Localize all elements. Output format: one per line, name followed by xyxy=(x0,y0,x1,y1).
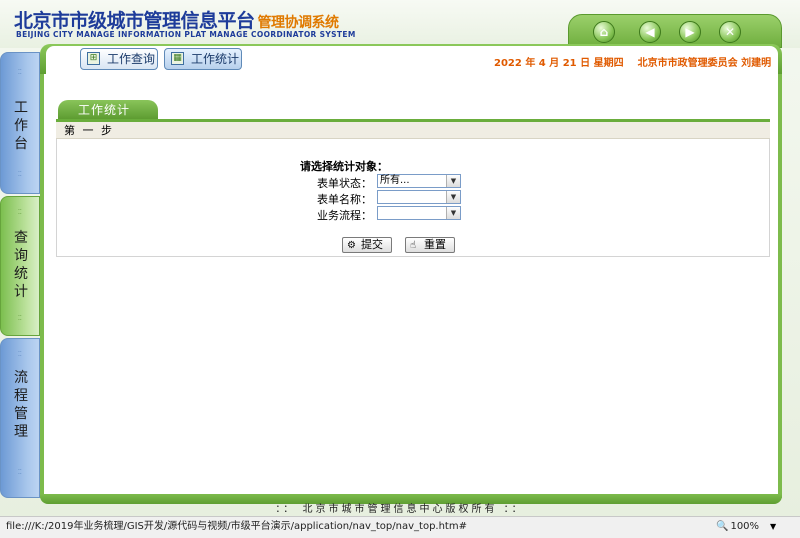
grip-dots-icon: ·· ·· xyxy=(18,67,22,78)
back-icon[interactable]: ◀ xyxy=(639,21,661,43)
home-icon[interactable]: ⌂ xyxy=(593,21,615,43)
chevron-down-icon: ▼ xyxy=(446,191,460,203)
chevron-down-icon: ▼ xyxy=(446,207,460,219)
zoom-icon: 🔍 xyxy=(716,521,729,532)
form-status-label: 表单状态： xyxy=(317,177,372,190)
browser-status-bar: file:///K:/2019年业务梳理/GIS开发/源代码与视频/市级平台演示… xyxy=(0,516,800,538)
forward-icon[interactable]: ▶ xyxy=(679,21,701,43)
sidebar-item-label: 查询统计 xyxy=(1,229,41,301)
sidebar-item-text: 工作台 xyxy=(14,100,28,152)
nav-button-group: ⌂ ◀ ▶ ✕ xyxy=(568,14,782,48)
tab-label: 工作查询 xyxy=(107,52,156,66)
close-icon[interactable]: ✕ xyxy=(719,21,741,43)
grip-dots-icon: ·· ·· xyxy=(18,349,22,360)
form-name-select[interactable]: ▼ xyxy=(377,190,461,204)
submit-button-label: 提交 xyxy=(361,238,383,251)
status-url: file:///K:/2019年业务梳理/GIS开发/源代码与视频/市级平台演示… xyxy=(6,521,467,532)
hand-pointer-icon: ☝ xyxy=(410,240,417,251)
business-process-label: 业务流程： xyxy=(317,209,372,222)
sidebar-item-label: 流程管理 xyxy=(1,369,41,441)
date-user-line: 2022 年 4 月 21 日 星期四 北京市市政管理委员会 刘建明 xyxy=(494,54,785,69)
chevron-down-icon[interactable]: ▼ xyxy=(770,517,776,537)
content-tab-title: 工作统计 xyxy=(58,100,158,120)
tab-label: 工作统计 xyxy=(191,52,240,66)
form-name-label: 表单名称： xyxy=(317,193,372,206)
business-process-select[interactable]: ▼ xyxy=(377,206,461,220)
submit-icon: ⚙ xyxy=(347,240,356,251)
sidebar-item-workbench[interactable]: ·· ·· 工作台 ·· ·· xyxy=(0,52,40,194)
tab-work-stats[interactable]: ▦ 工作统计 xyxy=(164,48,242,70)
grip-dots-icon: ·· ·· xyxy=(18,467,22,478)
form-status-select[interactable]: 所有... ▼ xyxy=(377,174,461,188)
sidebar-item-query-stats[interactable]: ·· ·· 查询统计 ·· ·· xyxy=(0,196,40,336)
app-subtitle: 管理协调系统 xyxy=(257,15,340,31)
grip-dots-icon: ·· ·· xyxy=(18,313,22,324)
reset-button-label: 重置 xyxy=(424,238,446,251)
app-title-english: BEIJING CITY MANAGE INFORMATION PLAT MAN… xyxy=(16,30,356,39)
zoom-level: 100% xyxy=(730,521,760,532)
sidebar-item-process-mgmt[interactable]: ·· ·· 流程管理 ·· ·· xyxy=(0,338,40,498)
sidebar-item-label: 工作台 xyxy=(1,99,41,153)
grip-dots-icon: ·· ·· xyxy=(18,169,22,180)
sidebar-item-text: 流程管理 xyxy=(14,370,28,440)
current-date: 2022 年 4 月 21 日 星期四 xyxy=(494,58,624,69)
chevron-down-icon: ▼ xyxy=(446,175,460,187)
copyright-footer: ：： 北京市城市管理信息中心版权所有 ：： xyxy=(275,504,525,515)
reset-button[interactable]: ☝ 重置 xyxy=(405,237,455,253)
select-value: 所有... xyxy=(380,175,410,186)
sidebar-item-text: 查询统计 xyxy=(14,230,28,300)
tab-work-query[interactable]: ⊞ 工作查询 xyxy=(80,48,158,70)
grip-dots-icon: ·· ·· xyxy=(18,207,22,218)
form-title: 请选择统计对象： xyxy=(300,160,388,173)
zoom-control[interactable]: 🔍 100% xyxy=(716,517,759,537)
stats-icon: ▦ xyxy=(171,52,184,65)
app-logo-title: 北京市市级城市管理信息平台 管理协调系统 xyxy=(14,6,339,33)
query-icon: ⊞ xyxy=(87,52,100,65)
step-indicator: 第 一 步 xyxy=(56,122,770,139)
submit-button[interactable]: ⚙ 提交 xyxy=(342,237,392,253)
app-title: 北京市市级城市管理信息平台 xyxy=(14,10,255,32)
org-user: 北京市市政管理委员会 刘建明 xyxy=(637,58,772,69)
